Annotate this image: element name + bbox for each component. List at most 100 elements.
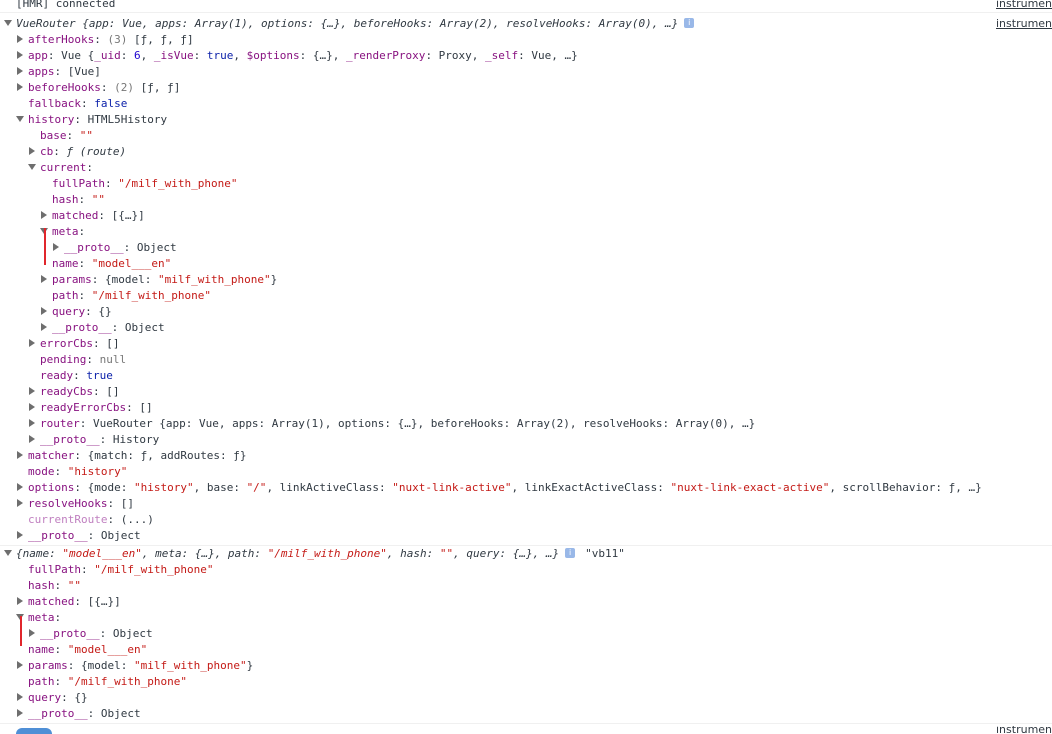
property-row[interactable]: __proto__: Object <box>0 706 1052 722</box>
property-row[interactable]: params: {model: "milf_with_phone"} <box>0 658 1052 674</box>
property-row[interactable]: __proto__: History <box>0 432 1052 448</box>
property-key: meta <box>52 225 79 238</box>
collapsed-triangle-icon[interactable] <box>17 483 23 491</box>
source-link[interactable]: instrumentation <box>996 0 1052 12</box>
collapsed-triangle-icon[interactable] <box>17 83 23 91</box>
property-row[interactable]: meta: <box>0 610 1052 626</box>
property-key: path <box>52 289 79 302</box>
property-value: : {model: <box>91 273 158 286</box>
property-row[interactable]: history: HTML5History <box>0 112 1052 128</box>
collapsed-triangle-icon[interactable] <box>29 629 35 637</box>
property-row[interactable]: query: {} <box>0 690 1052 706</box>
collapsed-triangle-icon[interactable] <box>41 275 47 283</box>
collapsed-triangle-icon[interactable] <box>17 597 23 605</box>
collapsed-triangle-icon[interactable] <box>41 307 47 315</box>
property-key: cb <box>40 145 54 158</box>
collapsed-triangle-icon[interactable] <box>17 451 23 459</box>
collapsed-triangle-icon[interactable] <box>29 147 35 155</box>
property-row[interactable]: __proto__: Object <box>0 626 1052 642</box>
property-value: "/milf_with_phone" <box>67 675 187 688</box>
property-key: __proto__ <box>28 707 88 720</box>
property-row[interactable]: __proto__: Object <box>0 240 1052 256</box>
property-value: : Object <box>99 627 153 640</box>
property-row[interactable]: matcher: {match: ƒ, addRoutes: ƒ} <box>0 448 1052 464</box>
property-row[interactable]: current: <box>0 160 1052 176</box>
property-row: fullPath: "/milf_with_phone" <box>0 176 1052 192</box>
property-row[interactable]: options: {mode: "history", base: "/", li… <box>0 480 1052 496</box>
property-key: hash <box>28 579 55 592</box>
property-row[interactable]: matched: [{…}] <box>0 208 1052 224</box>
collapsed-triangle-icon[interactable] <box>53 243 59 251</box>
property-value: "history" <box>67 465 128 478</box>
property-key: matcher <box>28 449 75 462</box>
property-row[interactable]: meta: <box>0 224 1052 240</box>
property-value: , query: {…}, …} <box>453 547 560 560</box>
property-row[interactable]: readyCbs: [] <box>0 384 1052 400</box>
expanded-triangle-icon[interactable] <box>4 550 12 556</box>
property-value: : Object <box>111 321 165 334</box>
property-value: , <box>140 49 154 62</box>
collapsed-triangle-icon[interactable] <box>41 323 47 331</box>
property-key: _renderProxy <box>345 49 426 62</box>
object-summary-row[interactable]: VueRouter {app: Vue, apps: Array(1), opt… <box>0 16 1052 32</box>
property-row[interactable]: __proto__: Object <box>0 320 1052 336</box>
collapsed-triangle-icon[interactable] <box>41 211 47 219</box>
property-key: app <box>28 49 48 62</box>
property-row[interactable]: apps: [Vue] <box>0 64 1052 80</box>
property-key: matched <box>28 595 75 608</box>
property-row[interactable]: cb: ƒ (route) <box>0 144 1052 160</box>
expanded-triangle-icon[interactable] <box>16 116 24 122</box>
message-divider <box>0 723 1052 724</box>
property-row: fullPath: "/milf_with_phone" <box>0 562 1052 578</box>
collapsed-triangle-icon[interactable] <box>29 419 35 427</box>
property-value: : {mode: <box>74 481 134 494</box>
property-row[interactable]: readyErrorCbs: [] <box>0 400 1052 416</box>
property-value: : <box>78 289 92 302</box>
hmr-text: [HMR] connected <box>16 0 116 10</box>
source-link[interactable]: instrumentation <box>996 726 1052 734</box>
property-value: : {…}, <box>299 49 346 62</box>
property-value: : <box>104 177 119 190</box>
property-value: "model___en" <box>62 547 142 560</box>
property-row[interactable]: afterHooks: (3) [ƒ, ƒ, ƒ] <box>0 32 1052 48</box>
property-value: "model___en" <box>91 257 172 270</box>
expanded-triangle-icon[interactable] <box>28 164 36 170</box>
property-row[interactable]: __proto__: Object <box>0 528 1052 544</box>
collapsed-triangle-icon[interactable] <box>17 51 23 59</box>
collapsed-triangle-icon[interactable] <box>29 339 35 347</box>
property-value: : <box>54 611 62 624</box>
collapsed-triangle-icon[interactable] <box>29 387 35 395</box>
collapsed-triangle-icon[interactable] <box>17 661 23 669</box>
collapsed-triangle-icon[interactable] <box>29 435 35 443</box>
collapsed-triangle-icon[interactable] <box>17 499 23 507</box>
collapsed-triangle-icon[interactable] <box>17 531 23 539</box>
property-value: "milf_with_phone" <box>157 273 271 286</box>
info-icon[interactable]: i <box>565 548 576 558</box>
property-row[interactable]: errorCbs: [] <box>0 336 1052 352</box>
property-row[interactable]: resolveHooks: [] <box>0 496 1052 512</box>
expanded-triangle-icon[interactable] <box>4 20 12 26</box>
property-value: : HTML5History <box>74 113 168 126</box>
property-row[interactable]: query: {} <box>0 304 1052 320</box>
property-row[interactable]: matched: [{…}] <box>0 594 1052 610</box>
property-value: : [] <box>92 337 120 350</box>
property-value: } <box>246 659 254 672</box>
collapsed-triangle-icon[interactable] <box>29 403 35 411</box>
property-row[interactable]: app: Vue {_uid: 6, _isVue: true, $option… <box>0 48 1052 64</box>
property-value: : VueRouter {app: Vue, apps: Array(1), o… <box>79 417 756 430</box>
property-key: __proto__ <box>64 241 124 254</box>
property-key: router <box>40 417 80 430</box>
info-icon[interactable]: i <box>684 18 695 28</box>
collapsed-triangle-icon[interactable] <box>17 67 23 75</box>
collapsed-triangle-icon[interactable] <box>17 693 23 701</box>
property-row[interactable]: beforeHooks: (2) [ƒ, ƒ] <box>0 80 1052 96</box>
property-key: __proto__ <box>40 627 100 640</box>
collapsed-triangle-icon[interactable] <box>17 709 23 717</box>
property-value: : <box>66 129 80 142</box>
property-row[interactable]: router: VueRouter {app: Vue, apps: Array… <box>0 416 1052 432</box>
object-summary-row[interactable]: {name: "model___en", meta: {…}, path: "/… <box>0 546 1052 562</box>
property-value: , linkActiveClass: <box>266 481 393 494</box>
collapsed-triangle-icon[interactable] <box>17 35 23 43</box>
property-row[interactable]: params: {model: "milf_with_phone"} <box>0 272 1052 288</box>
property-key: base <box>40 129 67 142</box>
